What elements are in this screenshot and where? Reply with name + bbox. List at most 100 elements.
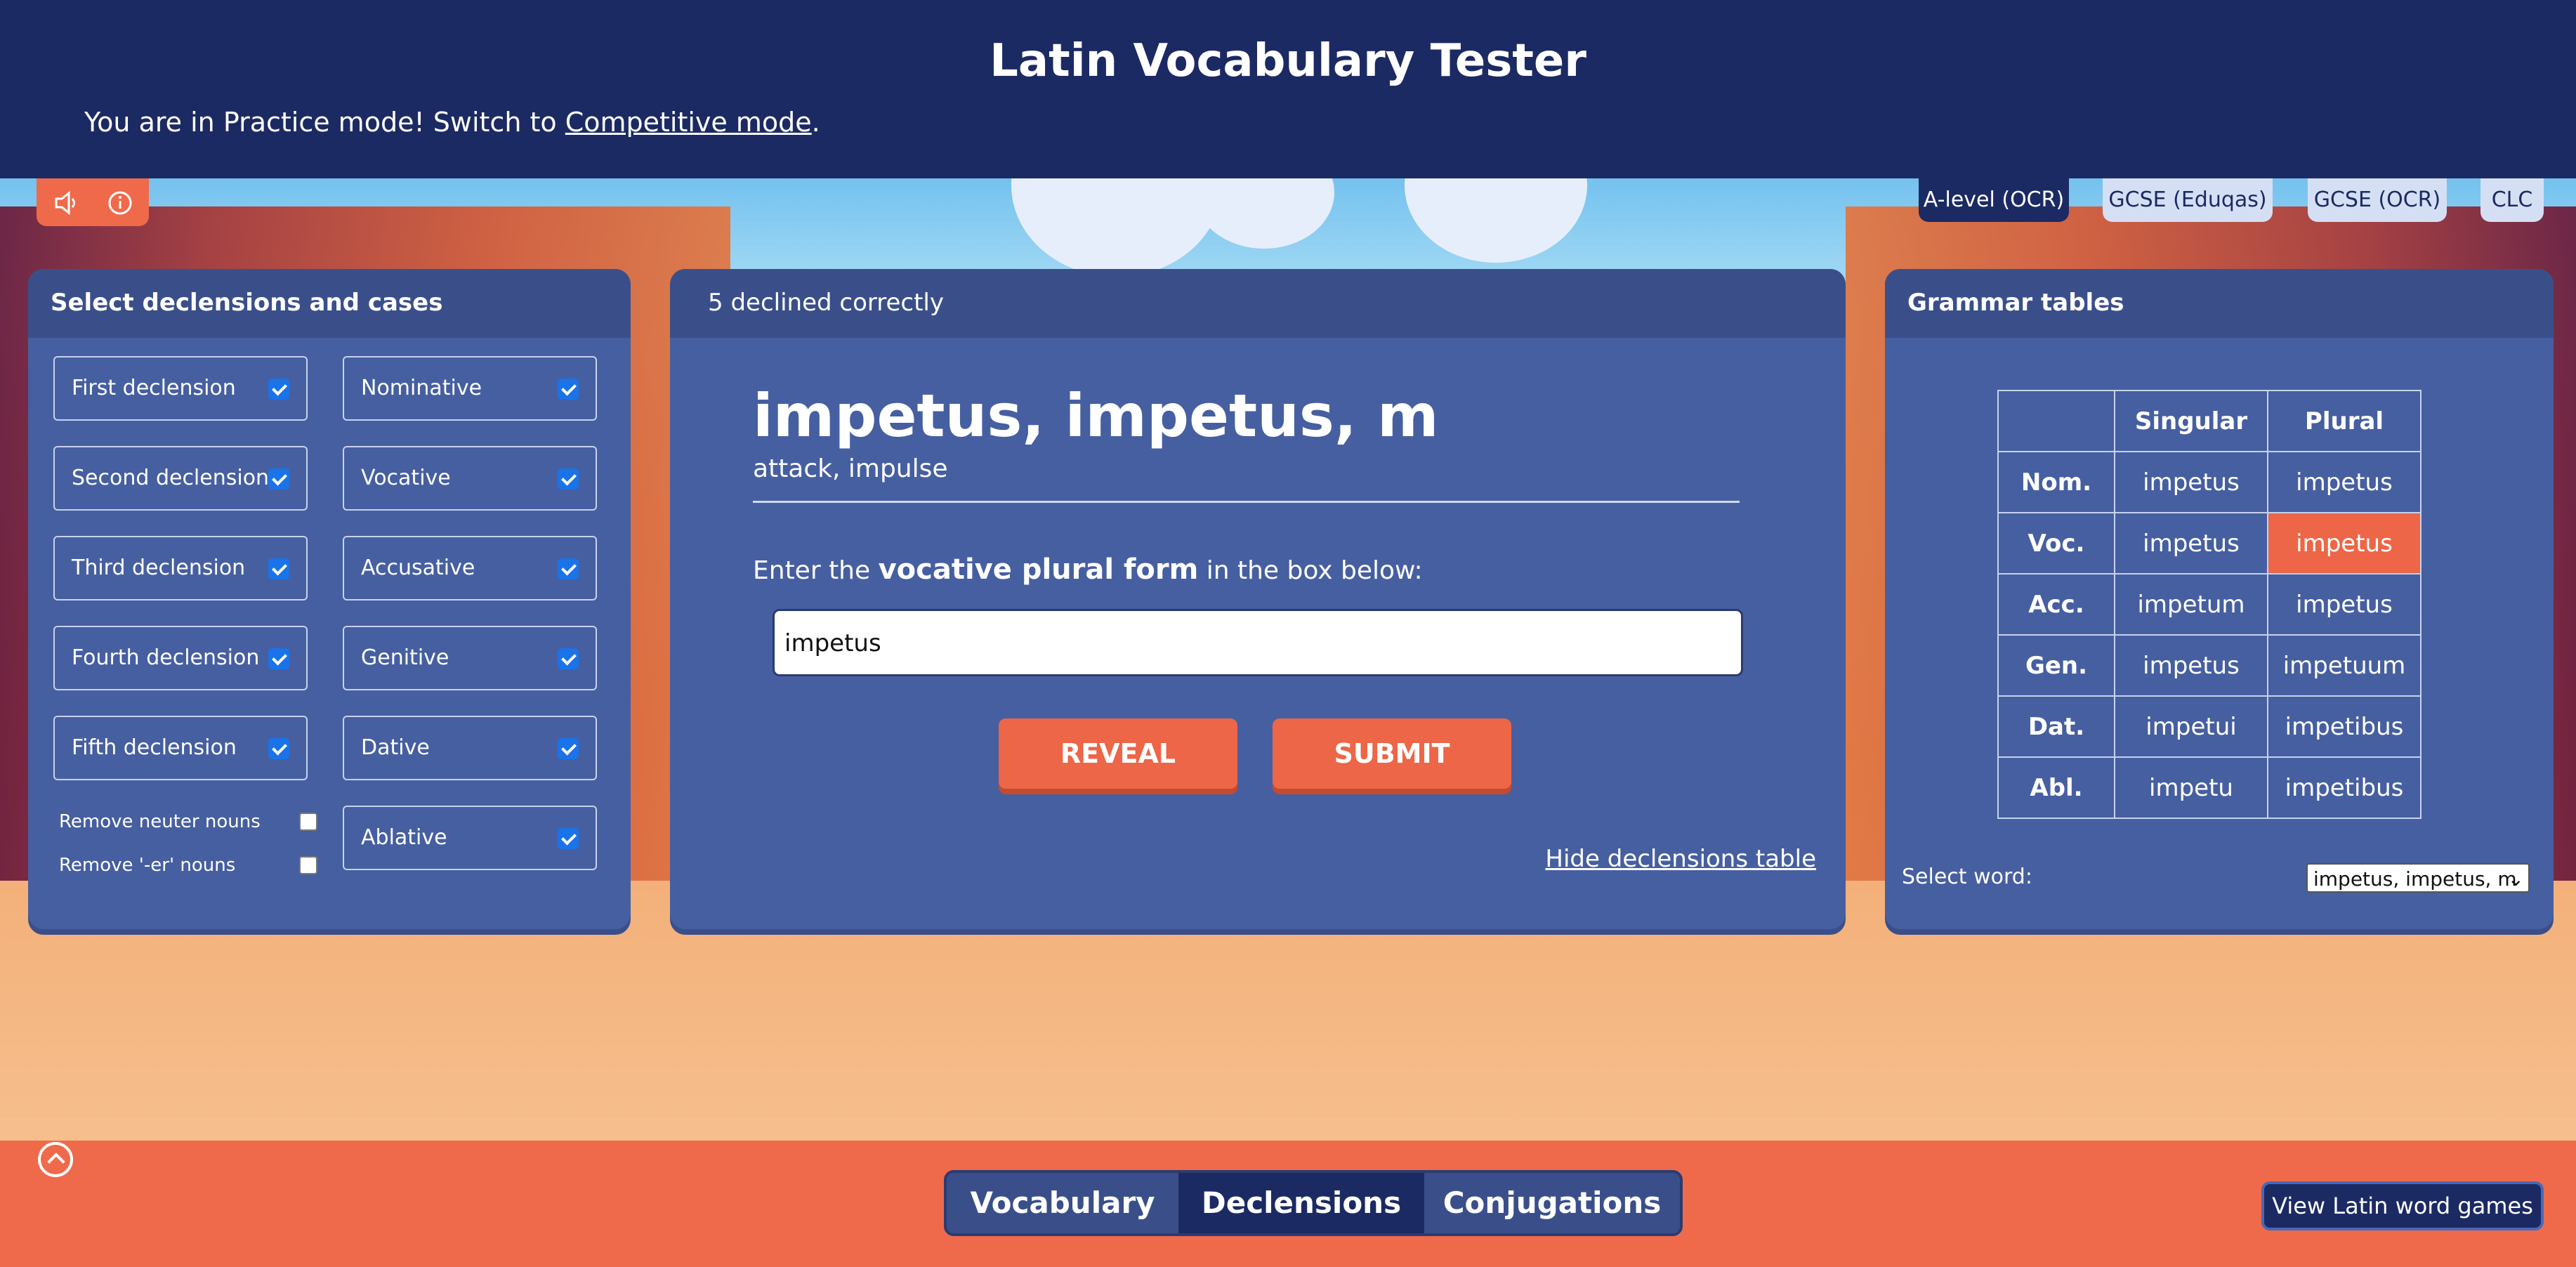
remove-er-label: Remove '-er' nouns [59, 855, 236, 876]
checkbox[interactable] [268, 379, 289, 400]
tab-declensions[interactable]: Declensions [1178, 1173, 1424, 1233]
table-row: Abl. impetu impetibus [1997, 756, 2421, 819]
case-label: Abl. [1997, 756, 2115, 819]
question-prompt: Enter the vocative plural form in the bo… [753, 553, 1423, 586]
reveal-button[interactable]: REVEAL [999, 718, 1237, 789]
hide-declensions-link[interactable]: Hide declensions table [1545, 845, 1816, 873]
second-declension-option[interactable]: Second declension [53, 446, 308, 511]
table-row: Voc. impetus impetus [1997, 512, 2421, 575]
column-header: Singular [2114, 390, 2268, 452]
mode-text: You are in Practice mode! Switch to [84, 107, 565, 138]
declension-quiz-panel: 5 declined correctly impetus, impetus, m… [670, 269, 1846, 929]
submit-button[interactable]: SUBMIT [1273, 718, 1511, 789]
checkbox[interactable] [268, 558, 289, 579]
case-label: Nom. [1997, 451, 2115, 513]
cloud [1405, 178, 1587, 263]
latin-word: impetus, impetus, m [753, 381, 1439, 450]
checkbox[interactable] [558, 828, 579, 849]
declension-table: Singular Plural Nom. impetus impetus Voc. i… [1997, 390, 2421, 819]
first-declension-option[interactable]: First declension [53, 356, 308, 421]
case-label: Dat. [1997, 695, 2115, 758]
mode-message: You are in Practice mode! Switch to Comp… [84, 107, 820, 138]
table-row: Dat. impetui impetibus [1997, 695, 2421, 758]
third-declension-option[interactable]: Third declension [53, 536, 308, 600]
divider [753, 501, 1740, 503]
option-label: Third declension [72, 556, 246, 580]
option-label: Accusative [361, 556, 475, 580]
case-label: Acc. [1997, 573, 2115, 636]
tab-vocabulary[interactable]: Vocabulary [947, 1173, 1178, 1233]
checkbox[interactable] [558, 379, 579, 400]
vocative-option[interactable]: Vocative [343, 446, 597, 511]
checkbox[interactable] [268, 648, 289, 669]
remove-neuter-label: Remove neuter nouns [59, 811, 261, 832]
fourth-declension-option[interactable]: Fourth declension [53, 626, 308, 690]
checkbox[interactable] [558, 558, 579, 579]
tab-gcse-ocr[interactable]: GCSE (OCR) [2308, 178, 2447, 222]
option-label: Second declension [72, 466, 270, 490]
cloud [1194, 178, 1334, 249]
singular-cell: impetu [2114, 756, 2268, 819]
option-label: Genitive [361, 645, 449, 670]
highlighted-cell: impetus [2267, 512, 2421, 575]
tab-conjugations[interactable]: Conjugations [1424, 1173, 1680, 1233]
remove-neuter-checkbox[interactable] [299, 813, 317, 831]
singular-cell: impetum [2114, 573, 2268, 636]
table-header-row: Singular Plural [1997, 390, 2421, 452]
checkbox[interactable] [268, 468, 289, 490]
plural-cell: impetus [2267, 451, 2421, 513]
option-label: Ablative [361, 825, 447, 850]
table-corner [1997, 390, 2115, 452]
tab-clc[interactable]: CLC [2480, 178, 2544, 222]
checkbox[interactable] [558, 738, 579, 759]
declension-settings-panel: Select declensions and cases First decle… [28, 269, 631, 929]
table-row: Nom. impetus impetus [1997, 451, 2421, 513]
word-meaning: attack, impulse [753, 454, 948, 483]
word-select[interactable]: impetus, impetus, m ⌄ [2306, 863, 2530, 893]
cloud [1011, 178, 1222, 277]
chevron-down-icon: ⌄ [2507, 867, 2524, 891]
table-row: Acc. impetum impetus [1997, 573, 2421, 636]
score-counter: 5 declined correctly [670, 269, 1846, 338]
tab-a-level-ocr[interactable]: A-level (OCR) [1919, 178, 2069, 222]
plural-cell: impetuum [2267, 634, 2421, 697]
checkbox[interactable] [558, 648, 579, 669]
fifth-declension-option[interactable]: Fifth declension [53, 716, 308, 780]
singular-cell: impetus [2114, 451, 2268, 513]
option-label: Nominative [361, 376, 482, 400]
ablative-option[interactable]: Ablative [343, 806, 597, 870]
checkbox[interactable] [558, 468, 579, 490]
option-label: Fifth declension [72, 735, 237, 760]
prompt-target: vocative plural form [878, 553, 1199, 586]
remove-er-checkbox[interactable] [299, 856, 317, 874]
competitive-mode-link[interactable]: Competitive mode [565, 107, 812, 138]
option-label: Fourth declension [72, 645, 260, 670]
speaker-icon[interactable] [49, 185, 84, 221]
view-word-games-button[interactable]: View Latin word games [2261, 1181, 2544, 1230]
plural-cell: impetus [2267, 573, 2421, 636]
tab-gcse-eduqas[interactable]: GCSE (Eduqas) [2103, 178, 2273, 222]
grammar-tables-panel: Grammar tables Singular Plural Nom. impet… [1885, 269, 2554, 929]
dative-option[interactable]: Dative [343, 716, 597, 780]
plural-cell: impetibus [2267, 695, 2421, 758]
scroll-up-icon[interactable] [38, 1142, 73, 1177]
panel-title: Grammar tables [1885, 269, 2554, 338]
column-header: Plural [2267, 390, 2421, 452]
info-icon[interactable] [103, 185, 138, 221]
accusative-option[interactable]: Accusative [343, 536, 597, 600]
plural-cell: impetibus [2267, 756, 2421, 819]
checkbox[interactable] [268, 738, 289, 759]
genitive-option[interactable]: Genitive [343, 626, 597, 690]
prompt-pre: Enter the [753, 556, 879, 585]
singular-cell: impetus [2114, 512, 2268, 575]
answer-input[interactable]: impetus [773, 609, 1743, 676]
nominative-option[interactable]: Nominative [343, 356, 597, 421]
mode-end: . [811, 107, 820, 138]
option-label: First declension [72, 376, 236, 400]
option-label: Dative [361, 735, 430, 760]
select-word-label: Select word: [1902, 865, 2032, 889]
panel-title: Select declensions and cases [28, 269, 631, 338]
prompt-post: in the box below: [1198, 556, 1423, 585]
singular-cell: impetus [2114, 634, 2268, 697]
page-header: Latin Vocabulary Tester You are in Pract… [0, 0, 2576, 178]
